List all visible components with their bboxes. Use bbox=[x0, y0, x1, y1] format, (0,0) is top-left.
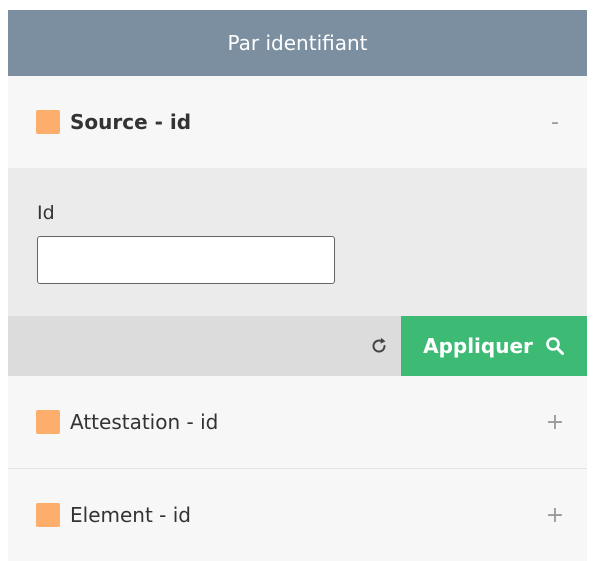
section-attestation-id[interactable]: Attestation - id + bbox=[8, 376, 587, 468]
section-label: Attestation - id bbox=[70, 410, 219, 434]
apply-button[interactable]: Appliquer bbox=[401, 316, 587, 376]
section-color-swatch bbox=[36, 410, 60, 434]
section-color-swatch bbox=[36, 503, 60, 527]
filter-panel: Par identifiant Source - id - Id Appliqu… bbox=[8, 10, 587, 561]
panel-header: Par identifiant bbox=[8, 10, 587, 76]
expand-toggle[interactable]: + bbox=[545, 503, 565, 528]
search-icon bbox=[546, 337, 564, 355]
section-element-id[interactable]: Element - id + bbox=[8, 469, 587, 561]
collapse-toggle[interactable]: - bbox=[545, 110, 565, 135]
section-source-id-body: Id bbox=[8, 168, 587, 316]
id-field-label: Id bbox=[37, 202, 55, 224]
section-label: Source - id bbox=[70, 110, 192, 134]
section-source-id[interactable]: Source - id - bbox=[8, 76, 587, 168]
apply-button-label: Appliquer bbox=[423, 334, 533, 358]
refresh-icon bbox=[372, 337, 386, 353]
panel-title: Par identifiant bbox=[227, 31, 368, 55]
reset-button[interactable] bbox=[357, 316, 401, 376]
section-color-swatch bbox=[36, 110, 60, 134]
action-bar: Appliquer bbox=[8, 316, 587, 376]
section-label: Element - id bbox=[70, 503, 191, 527]
expand-toggle[interactable]: + bbox=[545, 410, 565, 435]
id-input[interactable] bbox=[37, 236, 335, 284]
